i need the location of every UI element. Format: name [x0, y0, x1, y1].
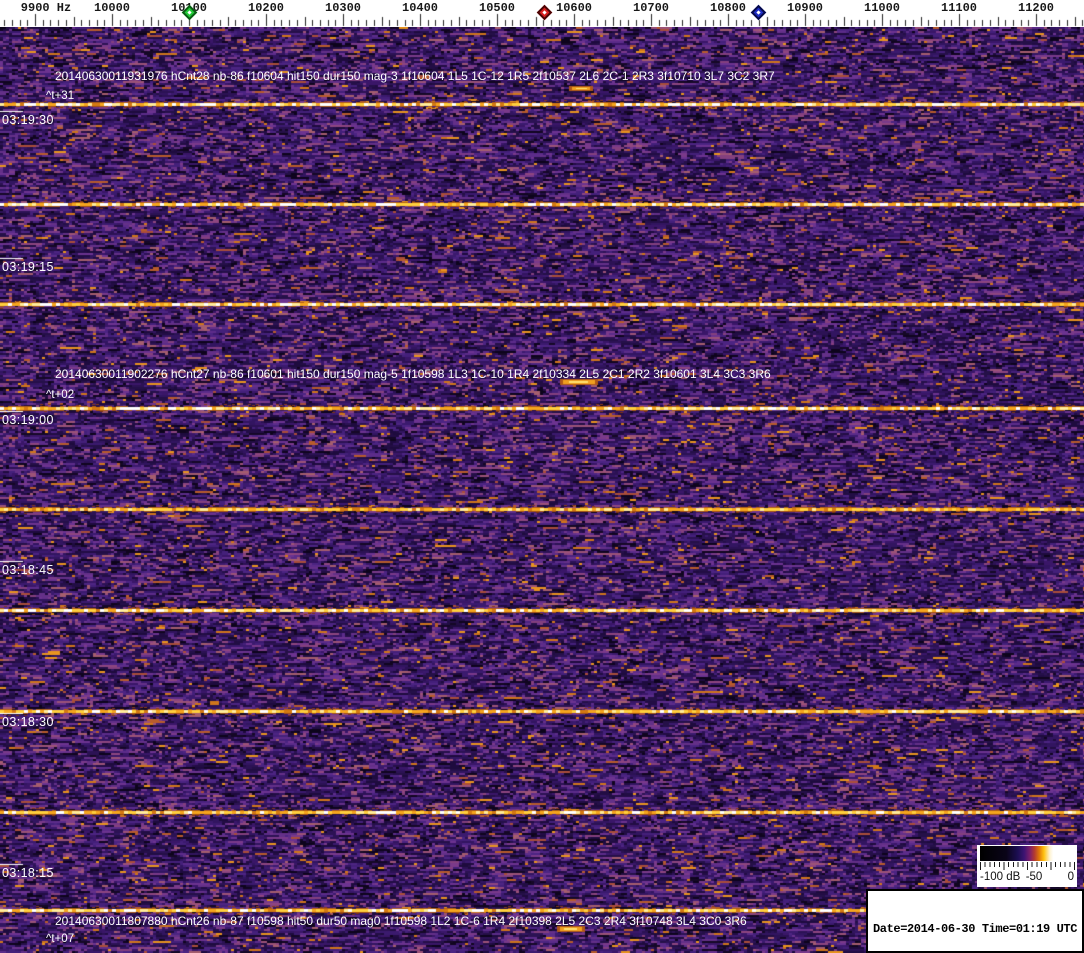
- spectrogram-waterfall[interactable]: [0, 27, 1084, 953]
- freq-label-10200: 10200: [247, 1, 285, 15]
- frequency-ruler: 9900 Hz100001010010200103001040010500106…: [0, 0, 1084, 27]
- freq-label-10800: 10800: [709, 1, 747, 15]
- freq-label-9900: 9900 Hz: [20, 1, 72, 15]
- info-date-time-line: Date=2014-06-30 Time=01:19 UTC: [873, 922, 1078, 936]
- freq-label-10500: 10500: [478, 1, 516, 15]
- db-scale-ticks: [980, 862, 1075, 870]
- freq-label-11000: 11000: [863, 1, 901, 15]
- freq-label-10900: 10900: [786, 1, 824, 15]
- db-max-label: 0: [1067, 871, 1074, 883]
- blue-marker-dot: [755, 10, 761, 15]
- observation-info-box: Date=2014-06-30 Time=01:19 UTC Freq=143 …: [866, 889, 1084, 953]
- freq-label-10300: 10300: [324, 1, 362, 15]
- freq-label-10400: 10400: [401, 1, 439, 15]
- db-min-label: -100 dB: [980, 871, 1021, 883]
- green-marker-dot: [186, 10, 192, 15]
- db-mid-label: -50: [1025, 871, 1043, 883]
- meteor-echo-spectrogram-app: 9900 Hz100001010010200103001040010500106…: [0, 0, 1084, 953]
- db-color-scale: -100 dB -50 0: [977, 845, 1077, 887]
- freq-label-10000: 10000: [93, 1, 131, 15]
- freq-label-11200: 11200: [1017, 1, 1055, 15]
- freq-label-10700: 10700: [632, 1, 670, 15]
- db-color-gradient-bar: [980, 846, 1074, 861]
- freq-label-10600: 10600: [555, 1, 593, 15]
- red-marker-dot: [542, 10, 547, 15]
- db-scale-labels: -100 dB -50 0: [977, 871, 1077, 886]
- freq-label-11100: 11100: [940, 1, 978, 15]
